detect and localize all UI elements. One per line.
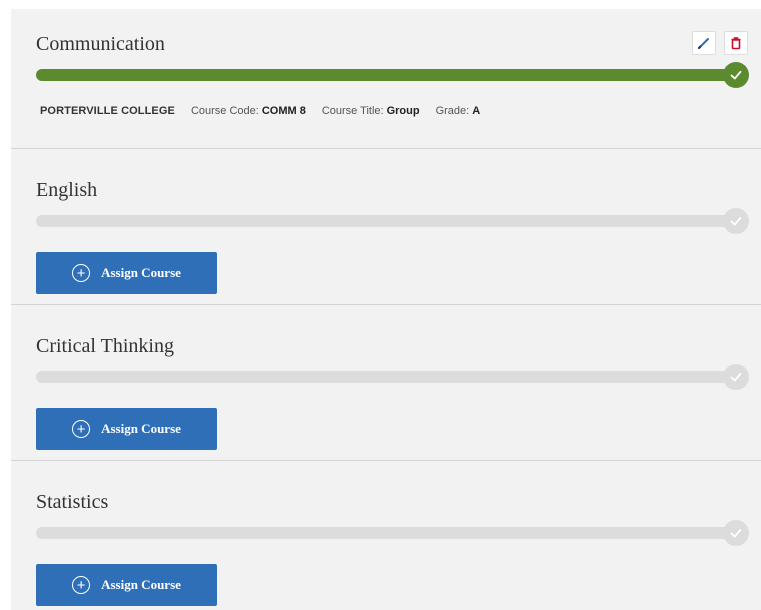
requirement-critical-thinking: Critical Thinking + Assign Course [11, 304, 761, 460]
progress-bar [36, 371, 736, 383]
requirements-panel: Communication PORTERVILLE COLLEGE Course… [11, 9, 761, 610]
check-icon [723, 62, 749, 88]
section-divider [11, 304, 761, 305]
edit-button[interactable] [692, 31, 716, 55]
progress-bar [36, 215, 736, 227]
course-title: Group [386, 105, 420, 117]
plus-circle-icon: + [72, 576, 91, 594]
course-code-label: Course Code: [190, 105, 259, 117]
delete-button[interactable] [724, 31, 748, 55]
pencil-icon [698, 38, 709, 49]
progress-bar [36, 527, 736, 539]
assign-course-button[interactable]: + Assign Course [36, 252, 217, 294]
assign-course-button[interactable]: + Assign Course [36, 408, 217, 450]
school-name: PORTERVILLE COLLEGE [40, 105, 175, 117]
requirement-title: Statistics [36, 491, 109, 513]
assign-course-label: Assign Course [101, 265, 181, 280]
plus-circle-icon: + [72, 264, 91, 282]
check-icon [723, 364, 749, 390]
course-title-label: Course Title: [321, 105, 384, 117]
requirement-title: Critical Thinking [36, 335, 174, 357]
plus-circle-icon: + [72, 420, 91, 438]
course-code: COMM 8 [261, 105, 306, 117]
progress-bar [36, 69, 736, 81]
requirement-title: Communication [36, 33, 165, 55]
grade-label: Grade: [435, 105, 470, 117]
check-icon [723, 520, 749, 546]
progress-fill [36, 69, 736, 81]
requirement-statistics: Statistics + Assign Course [11, 460, 761, 610]
check-icon [723, 208, 749, 234]
grade-value: A [472, 105, 481, 117]
assign-course-label: Assign Course [101, 577, 181, 592]
requirement-communication: Communication PORTERVILLE COLLEGE Course… [11, 9, 761, 148]
assign-course-button[interactable]: + Assign Course [36, 564, 217, 606]
requirement-title: English [36, 179, 98, 201]
section-divider [11, 460, 761, 461]
assign-course-label: Assign Course [101, 421, 181, 436]
requirement-english: English + Assign Course [11, 148, 761, 304]
trash-icon [731, 37, 741, 50]
assigned-course-details: PORTERVILLE COLLEGE Course Code: COMM 8 … [40, 105, 480, 117]
section-divider [11, 148, 761, 149]
